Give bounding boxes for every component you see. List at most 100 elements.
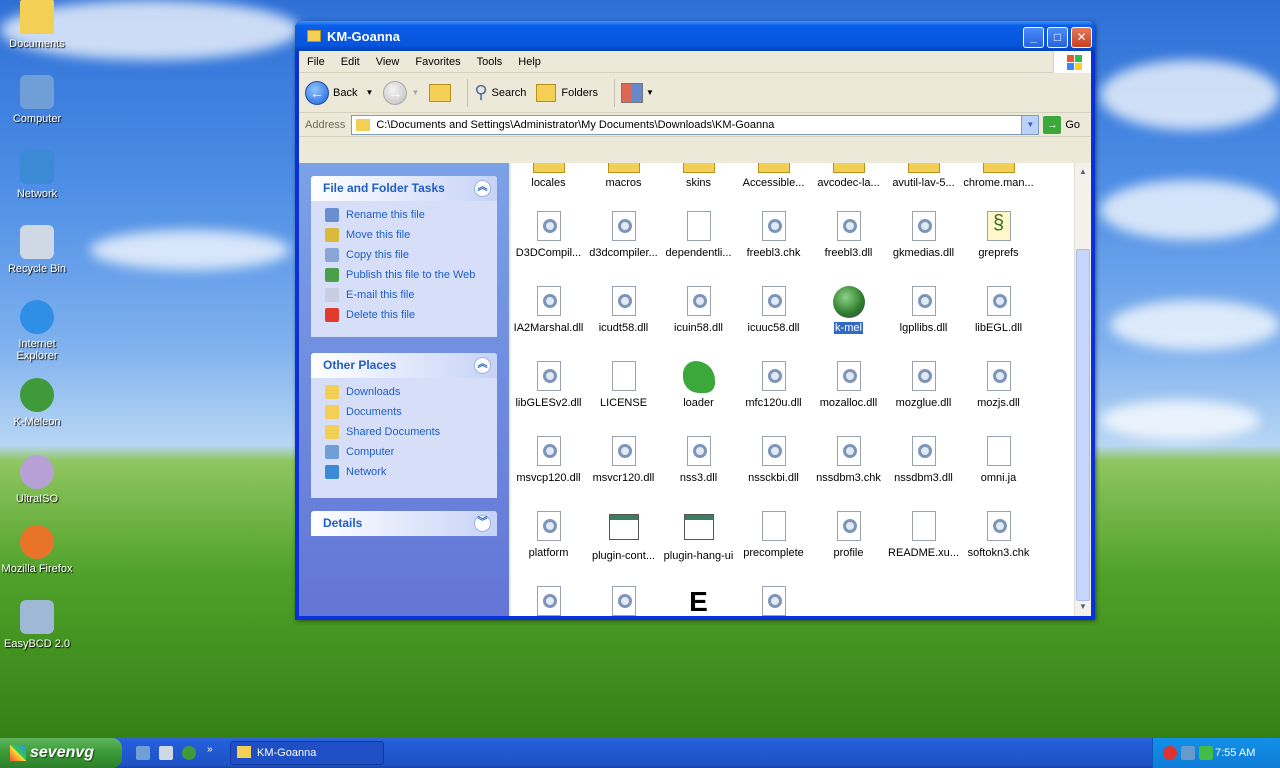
back-button[interactable]: ← Back ▼: [305, 80, 373, 105]
explorer-window[interactable]: KM-Goanna _ □ ✕ File Edit View Favorites…: [295, 21, 1095, 620]
menu-edit[interactable]: Edit: [333, 56, 368, 68]
file-item[interactable]: icuin58.dll: [661, 286, 736, 334]
file-item[interactable]: icudt58.dll: [586, 286, 661, 334]
file-item[interactable]: IA2Marshal.dll: [511, 286, 586, 334]
taskbar-button-km-goanna[interactable]: KM-Goanna: [230, 741, 384, 765]
scroll-up-icon[interactable]: ▲: [1076, 165, 1090, 179]
menu-file[interactable]: File: [299, 56, 333, 68]
task-link-move-this-file[interactable]: Move this file: [311, 225, 497, 245]
file-item[interactable]: Accessible...: [736, 163, 811, 189]
menu-tools[interactable]: Tools: [469, 56, 511, 68]
file-item[interactable]: locales: [511, 163, 586, 189]
file-item[interactable]: macros: [586, 163, 661, 189]
file-item[interactable]: avutil-lav-5...: [886, 163, 961, 189]
file-item[interactable]: chrome.man...: [961, 163, 1036, 189]
file-item[interactable]: avcodec-la...: [811, 163, 886, 189]
task-link-publish-this-file-to-the-web[interactable]: Publish this file to the Web: [311, 265, 497, 285]
task-link-network[interactable]: Network: [311, 462, 497, 482]
file-item[interactable]: loader: [661, 361, 736, 409]
file-item[interactable]: mfc120u.dll: [736, 361, 811, 409]
file-item[interactable]: platform: [511, 511, 586, 559]
minimize-button[interactable]: _: [1023, 27, 1044, 48]
views-button[interactable]: ▼: [621, 82, 654, 103]
task-link-copy-this-file[interactable]: Copy this file: [311, 245, 497, 265]
file-item[interactable]: mozjs.dll: [961, 361, 1036, 409]
task-link-downloads[interactable]: Downloads: [311, 382, 497, 402]
file-item[interactable]: dependentli...: [661, 211, 736, 259]
scroll-thumb[interactable]: [1076, 249, 1090, 601]
file-item[interactable]: libGLESv2.dll: [511, 361, 586, 409]
desktop-icon-firefox[interactable]: Mozilla Firefox: [0, 525, 74, 575]
file-item[interactable]: D3DCompil...: [511, 211, 586, 259]
desktop-icon-recycle-bin[interactable]: Recycle Bin: [0, 225, 74, 275]
task-link-computer[interactable]: Computer: [311, 442, 497, 462]
file-item[interactable]: nss3.dll: [661, 436, 736, 484]
forward-button[interactable]: → ▼: [383, 80, 419, 105]
window-title-bar[interactable]: KM-Goanna: [295, 21, 1095, 51]
file-item[interactable]: k-mel: [811, 286, 886, 337]
menu-favorites[interactable]: Favorites: [407, 56, 468, 68]
file-item[interactable]: msvcp120.dll: [511, 436, 586, 484]
desktop-icon-k-meleon[interactable]: K-Meleon: [0, 378, 74, 428]
address-input[interactable]: C:\Documents and Settings\Administrator\…: [351, 114, 1040, 135]
file-item[interactable]: mozglue.dll: [886, 361, 961, 409]
maximize-button[interactable]: □: [1047, 27, 1068, 48]
task-link-documents[interactable]: Documents: [311, 402, 497, 422]
start-button[interactable]: sevenvg: [0, 738, 122, 768]
expand-chevron-icon[interactable]: ︾: [474, 515, 491, 532]
file-item[interactable]: README.xu...: [886, 511, 961, 559]
file-item[interactable]: freebl3.chk: [736, 211, 811, 259]
vertical-scrollbar[interactable]: ▲ ▼: [1074, 163, 1091, 616]
task-link-shared-documents[interactable]: Shared Documents: [311, 422, 497, 442]
search-button[interactable]: ⚲ Search: [474, 82, 526, 103]
file-item[interactable]: d3dcompiler...: [586, 211, 661, 259]
file-item[interactable]: xul.dll: [736, 586, 811, 616]
file-item[interactable]: nssckbi.dll: [736, 436, 811, 484]
panel-header[interactable]: Details ︾: [311, 511, 497, 536]
go-button[interactable]: → Go: [1043, 115, 1080, 134]
file-item[interactable]: msvcr120.dll: [586, 436, 661, 484]
back-dropdown-icon[interactable]: ▼: [365, 88, 373, 97]
task-link-e-mail-this-file[interactable]: E-mail this file: [311, 285, 497, 305]
panel-header[interactable]: File and Folder Tasks ︽: [311, 176, 497, 201]
file-item[interactable]: libEGL.dll: [961, 286, 1036, 334]
menu-help[interactable]: Help: [510, 56, 549, 68]
file-item[interactable]: softokn3.chk: [961, 511, 1036, 559]
file-item[interactable]: precomplete: [736, 511, 811, 559]
quicklaunch-k-meleon-icon[interactable]: [182, 746, 196, 760]
quicklaunch-explorer-icon[interactable]: [159, 746, 173, 760]
scroll-down-icon[interactable]: ▼: [1076, 600, 1090, 614]
show-desktop-icon[interactable]: [136, 746, 150, 760]
file-item[interactable]: § greprefs: [961, 211, 1036, 259]
file-item[interactable]: nssdbm3.dll: [886, 436, 961, 484]
file-item[interactable]: nssdbm3.chk: [811, 436, 886, 484]
up-folder-button[interactable]: [429, 83, 452, 102]
file-item[interactable]: softokn3.dll: [511, 586, 586, 616]
desktop-icon-ultraiso[interactable]: UltraISO: [0, 455, 74, 505]
desktop-icon-folder[interactable]: Documents: [0, 0, 74, 50]
folders-button[interactable]: Folders: [536, 83, 598, 102]
panel-header[interactable]: Other Places ︽: [311, 353, 497, 378]
desktop-icon-network[interactable]: Network: [0, 150, 74, 200]
quicklaunch-more-icon[interactable]: »: [207, 744, 213, 755]
file-item[interactable]: skins: [661, 163, 736, 189]
file-item[interactable]: lgpllibs.dll: [886, 286, 961, 334]
desktop-icon-easybcd[interactable]: EasyBCD 2.0: [0, 600, 74, 650]
file-item[interactable]: freebl3.dll: [811, 211, 886, 259]
network-tray-icon[interactable]: [1181, 746, 1195, 760]
clock[interactable]: 7:55 AM: [1215, 747, 1255, 759]
file-item[interactable]: plugin-hang-ui: [661, 511, 736, 562]
task-link-rename-this-file[interactable]: Rename this file: [311, 205, 497, 225]
file-item[interactable]: plugin-cont...: [586, 511, 661, 562]
menu-view[interactable]: View: [368, 56, 408, 68]
collapse-chevron-icon[interactable]: ︽: [474, 180, 491, 197]
file-item[interactable]: EwinEmbed: [661, 586, 736, 616]
address-dropdown-icon[interactable]: ▼: [1021, 115, 1039, 134]
file-item[interactable]: icuuc58.dll: [736, 286, 811, 334]
file-item[interactable]: omni.ja: [961, 436, 1036, 484]
file-item[interactable]: mozalloc.dll: [811, 361, 886, 409]
task-link-delete-this-file[interactable]: Delete this file: [311, 305, 497, 325]
collapse-chevron-icon[interactable]: ︽: [474, 357, 491, 374]
security-shield-icon[interactable]: [1163, 746, 1177, 760]
close-button[interactable]: ✕: [1071, 27, 1092, 48]
